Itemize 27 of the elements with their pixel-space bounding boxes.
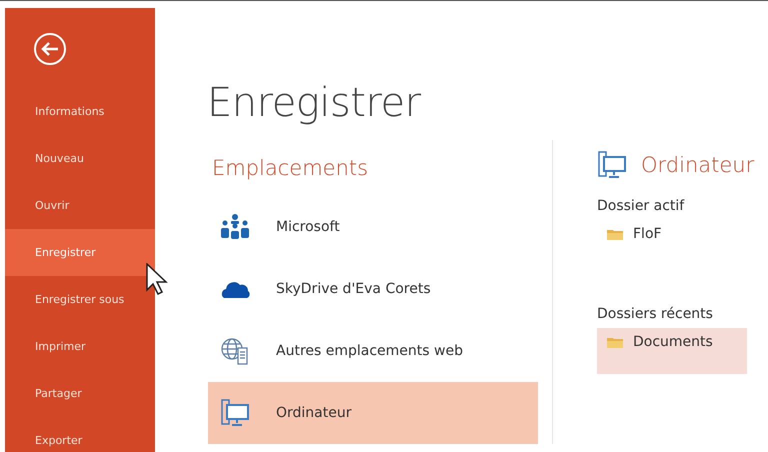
globe-icon [220, 336, 250, 366]
people-icon [220, 212, 250, 242]
sidebar-item[interactable]: Exporter [5, 417, 155, 452]
location-item[interactable]: SkyDrive d'Eva Corets [208, 258, 538, 320]
sidebar-item[interactable]: Nouveau [5, 135, 155, 182]
sidebar-item[interactable]: Ouvrir [5, 182, 155, 229]
section-heading: Emplacements [212, 156, 370, 180]
sidebar-item[interactable]: Enregistrer sous [5, 276, 155, 323]
location-item[interactable]: Autres emplacements web [208, 320, 538, 382]
sidebar-item[interactable]: Informations [5, 88, 155, 135]
computer-icon [597, 150, 627, 180]
folder-icon [607, 336, 623, 348]
page-title: Enregistrer [207, 80, 422, 126]
folder-icon [607, 228, 623, 240]
mouse-pointer-icon [146, 263, 168, 295]
folder-item[interactable]: FloF [597, 220, 747, 266]
location-item[interactable]: Ordinateur [208, 382, 538, 444]
group-label: Dossier actif [597, 198, 686, 214]
back-button[interactable] [33, 32, 67, 66]
sidebar-item[interactable]: Enregistrer [5, 229, 155, 276]
sidebar-item[interactable]: Imprimer [5, 323, 155, 370]
group-label: Dossiers récents [597, 306, 714, 322]
location-item[interactable]: Microsoft [208, 196, 538, 258]
computer-icon [220, 398, 250, 428]
section-heading: Ordinateur [641, 153, 754, 177]
sidebar-item[interactable]: Partager [5, 370, 155, 417]
folder-item[interactable]: Documents [597, 328, 747, 374]
